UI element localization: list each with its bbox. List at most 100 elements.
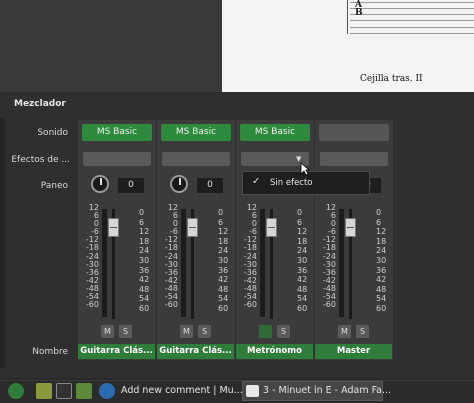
db-tick-label: 18 — [376, 236, 387, 246]
db-tick-label: 0 — [376, 208, 382, 217]
db-tick-label: 12 — [218, 227, 229, 237]
sound-button[interactable]: MS Basic — [240, 124, 310, 141]
db-tick-label: 24 — [376, 246, 387, 256]
mute-button[interactable]: M — [101, 325, 114, 338]
db-tick-label: 48 — [297, 284, 308, 294]
score-view[interactable] — [222, 0, 474, 92]
text-editor-icon[interactable] — [76, 383, 92, 399]
staff-line — [350, 8, 474, 9]
musescore-icon — [246, 385, 259, 397]
db-tick-label: 0 — [297, 208, 303, 217]
mute-button[interactable]: M — [338, 325, 351, 338]
taskbar-item-active-label: 3 - Minuet in E - Adam Fa... — [263, 385, 392, 396]
effects-selector[interactable] — [320, 152, 388, 166]
db-tick-label: 6 — [376, 217, 382, 227]
db-tick-label: 36 — [139, 265, 150, 275]
db-tick-label: 36 — [297, 265, 308, 275]
pan-value[interactable]: 0 — [118, 178, 144, 193]
level-meter — [339, 209, 344, 317]
db-tick-label: 12 — [139, 227, 150, 237]
channel-name[interactable]: Master — [315, 344, 392, 359]
score-annotation: Cejilla tras. II — [360, 74, 423, 84]
db-tick-label: 0 — [218, 208, 224, 217]
pan-knob[interactable] — [91, 175, 109, 193]
solo-button[interactable]: S — [119, 325, 132, 338]
db-tick-label: 18 — [139, 236, 150, 246]
staff-barline — [347, 0, 348, 34]
db-tick-label: 48 — [218, 284, 229, 294]
staff-line — [350, 20, 474, 21]
db-tick-label: 48 — [376, 284, 387, 294]
tab-clef: A B — [355, 0, 363, 18]
mouse-cursor-icon — [300, 162, 310, 176]
level-meter — [102, 209, 107, 317]
db-tick-label: 18 — [297, 236, 308, 246]
pan-value[interactable]: 0 — [197, 178, 223, 193]
sound-button[interactable] — [319, 124, 389, 141]
db-tick-label: 42 — [376, 275, 387, 285]
db-tick-label: 6 — [297, 217, 303, 227]
staff-line — [350, 27, 474, 28]
db-tick-label: 24 — [297, 246, 308, 256]
db-tick-label: 60 — [376, 303, 387, 313]
db-tick-label: 24 — [218, 246, 229, 256]
db-tick-label: 0 — [139, 208, 145, 217]
row-label-pan: Paneo — [40, 181, 68, 191]
terminal-icon[interactable] — [56, 383, 72, 399]
db-tick-label: 6 — [139, 217, 145, 227]
staff-line — [350, 14, 474, 15]
level-meter — [260, 209, 265, 317]
db-tick-label: 24 — [139, 246, 150, 256]
db-scale-left: 12 6 0 -6 -12 -18 -24 -30 -36 -42 -48 -54 -60 — [164, 203, 178, 309]
db-tick-label: 60 — [139, 303, 150, 313]
dropdown-option-sin-efecto[interactable]: Sin efecto — [270, 178, 313, 188]
db-tick-label: 30 — [218, 255, 229, 265]
pan-knob[interactable] — [170, 175, 188, 193]
db-tick-label: 12 — [297, 227, 308, 237]
panel-title: Mezclador — [14, 99, 66, 109]
volume-fader[interactable] — [345, 218, 356, 237]
check-icon: ✓ — [252, 176, 261, 187]
solo-button[interactable]: S — [277, 325, 290, 338]
solo-button[interactable]: S — [198, 325, 211, 338]
sound-button[interactable]: MS Basic — [161, 124, 231, 141]
effects-selector[interactable] — [162, 152, 230, 166]
row-label-effects: Efectos de ... — [11, 155, 70, 165]
db-scale-left: 12 6 0 -6 -12 -18 -24 -30 -36 -42 -48 -54 -60 — [322, 203, 336, 309]
db-scale-left: 12 6 0 -6 -12 -18 -24 -30 -36 -42 -48 -54 -60 — [85, 203, 99, 309]
db-tick-label: 54 — [297, 294, 308, 304]
db-tick-label: 54 — [376, 294, 387, 304]
db-tick-label: 60 — [218, 303, 229, 313]
db-scale-right: 0 6 12 18 24 30 36 42 48 54 60 — [218, 208, 232, 314]
browser-icon[interactable] — [99, 383, 115, 399]
channel-name[interactable]: Metrónomo — [236, 344, 313, 359]
db-tick-label: 30 — [297, 255, 308, 265]
volume-fader[interactable] — [187, 218, 198, 237]
db-tick-label: 54 — [139, 294, 150, 304]
db-tick-label: 42 — [218, 275, 229, 285]
mute-button[interactable]: M — [259, 325, 272, 338]
volume-fader[interactable] — [266, 218, 277, 237]
channel-name[interactable]: Guitarra Clás... — [157, 344, 234, 359]
row-label-name: Nombre — [32, 347, 68, 357]
db-tick-label: 30 — [139, 255, 150, 265]
menu-icon[interactable] — [8, 383, 24, 399]
mute-button[interactable]: M — [180, 325, 193, 338]
db-tick-label: 36 — [218, 265, 229, 275]
db-tick-label: 6 — [218, 217, 224, 227]
volume-fader[interactable] — [108, 218, 119, 237]
db-scale-right: 0 6 12 18 24 30 36 42 48 54 60 — [376, 208, 390, 314]
db-scale-left: 12 6 0 -6 -12 -18 -24 -30 -36 -42 -48 -54 -60 — [243, 203, 257, 309]
taskbar-item-comment[interactable]: Add new comment | Mu... — [121, 385, 243, 396]
staff-line — [350, 33, 474, 34]
row-label-sound: Sonido — [37, 128, 68, 138]
db-tick-label: 60 — [297, 303, 308, 313]
db-tick-label: 18 — [218, 236, 229, 246]
folder-icon[interactable] — [36, 383, 52, 399]
sound-button[interactable]: MS Basic — [82, 124, 152, 141]
effects-selector[interactable] — [83, 152, 151, 166]
db-tick-label: 36 — [376, 265, 387, 275]
db-scale-right: 0 6 12 18 24 30 36 42 48 54 60 — [297, 208, 311, 314]
channel-name[interactable]: Guitarra Clás... — [78, 344, 155, 359]
solo-button[interactable]: S — [356, 325, 369, 338]
